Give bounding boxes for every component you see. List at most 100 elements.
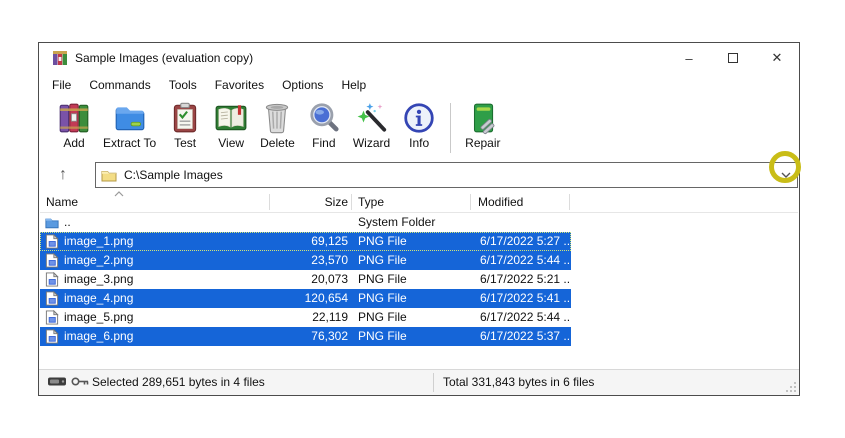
menu-options[interactable]: Options <box>273 73 332 97</box>
column-divider[interactable] <box>269 194 270 210</box>
up-directory-button[interactable]: ↑ <box>49 162 77 188</box>
statusbar-total-text: Total 331,843 bytes in 6 files <box>443 375 595 389</box>
window-controls: – ✕ <box>667 43 799 73</box>
up-arrow-icon: ↑ <box>59 166 67 183</box>
list-row-parent-dir[interactable]: .. System Folder <box>40 213 571 232</box>
toolbar-button-add[interactable]: Add <box>51 100 97 151</box>
row-size: 22,119 <box>312 310 348 324</box>
toolbar-label: Repair <box>465 136 501 150</box>
column-divider[interactable] <box>351 194 352 210</box>
column-header-name[interactable]: Name <box>46 191 78 213</box>
row-name: .. <box>64 215 71 229</box>
desktop-background: Sample Images (evaluation copy) – ✕ File… <box>0 0 845 438</box>
titlebar[interactable]: Sample Images (evaluation copy) – ✕ <box>39 43 799 73</box>
address-combobox[interactable]: C:\Sample Images <box>95 162 798 188</box>
column-header-modified[interactable]: Modified <box>478 191 523 213</box>
menu-help[interactable]: Help <box>332 73 375 97</box>
maximize-button[interactable] <box>711 43 755 73</box>
toolbar-label: Info <box>409 136 430 150</box>
image-file-icon <box>45 291 59 306</box>
winrar-logo-icon <box>53 51 67 65</box>
statusbar-icons <box>47 375 90 388</box>
toolbar-button-find[interactable]: Find <box>301 100 347 151</box>
info-circle-icon <box>404 103 434 133</box>
extract-to-folder-icon <box>115 107 144 131</box>
maximize-icon <box>728 53 738 63</box>
menu-commands[interactable]: Commands <box>80 73 159 97</box>
statusbar-divider <box>433 373 434 392</box>
column-divider[interactable] <box>569 194 570 210</box>
toolbar-label: View <box>218 136 245 150</box>
menubar: File Commands Tools Favorites Options He… <box>39 73 799 97</box>
sort-ascending-icon <box>114 191 124 197</box>
list-row-image-5[interactable]: image_5.png 22,119 PNG File 6/17/2022 5:… <box>40 308 571 327</box>
row-size: 23,570 <box>311 253 348 267</box>
column-header-size[interactable]: Size <box>270 191 348 213</box>
list-row-image-4[interactable]: image_4.png 120,654 PNG File 6/17/2022 5… <box>40 289 571 308</box>
menu-file[interactable]: File <box>43 73 80 97</box>
row-name: image_2.png <box>64 253 134 267</box>
menu-favorites[interactable]: Favorites <box>206 73 273 97</box>
toolbar-label: Delete <box>260 136 295 150</box>
toolbar-button-extract-to[interactable]: Extract To <box>97 100 162 151</box>
add-archive-icon <box>59 103 89 133</box>
file-list: Name Size Type Modified .. System Folder… <box>40 191 798 369</box>
repair-wrench-icon <box>473 103 495 135</box>
list-row-image-2[interactable]: image_2.png 23,570 PNG File 6/17/2022 5:… <box>40 251 571 270</box>
wizard-wand-icon <box>357 103 386 132</box>
row-type: PNG File <box>358 272 407 286</box>
list-rows: .. System Folder image_1.png 69,125 PNG … <box>40 213 798 346</box>
list-row-image-1[interactable]: image_1.png 69,125 PNG File 6/17/2022 5:… <box>40 232 571 251</box>
row-size: 20,073 <box>311 272 348 286</box>
folder-up-icon <box>45 218 59 229</box>
toolbar-button-info[interactable]: Info <box>396 100 442 151</box>
menu-tools[interactable]: Tools <box>160 73 206 97</box>
window-title: Sample Images (evaluation copy) <box>75 51 254 65</box>
toolbar-button-test[interactable]: Test <box>162 100 208 151</box>
column-header-type[interactable]: Type <box>358 191 384 213</box>
row-modified: 6/17/2022 5:44 ... <box>480 253 570 267</box>
row-modified: 6/17/2022 5:37 ... <box>480 329 570 343</box>
close-icon: ✕ <box>771 50 783 65</box>
close-button[interactable]: ✕ <box>755 43 799 73</box>
delete-trash-icon <box>266 103 289 134</box>
toolbar-button-repair[interactable]: Repair <box>459 100 506 151</box>
list-row-image-6[interactable]: image_6.png 76,302 PNG File 6/17/2022 5:… <box>40 327 571 346</box>
row-size: 120,654 <box>304 291 348 305</box>
test-checklist-icon <box>173 102 197 133</box>
find-magnifier-icon <box>310 103 339 132</box>
list-row-image-3[interactable]: image_3.png 20,073 PNG File 6/17/2022 5:… <box>40 270 571 289</box>
row-name: image_6.png <box>64 329 134 343</box>
row-modified: 6/17/2022 5:21 ... <box>480 272 570 286</box>
disk-icon[interactable] <box>47 375 67 388</box>
folder-icon <box>101 170 117 181</box>
list-header: Name Size Type Modified <box>40 191 798 213</box>
toolbar-button-wizard[interactable]: Wizard <box>347 100 396 151</box>
toolbar-label: Extract To <box>103 136 157 150</box>
view-book-icon <box>215 105 247 131</box>
row-type: PNG File <box>358 310 407 324</box>
resize-grip[interactable] <box>785 381 797 393</box>
column-divider[interactable] <box>470 194 471 210</box>
row-name: image_5.png <box>64 310 134 324</box>
row-size: 69,125 <box>311 234 348 248</box>
row-modified: 6/17/2022 5:41 ... <box>480 291 570 305</box>
toolbar-label: Test <box>174 136 197 150</box>
winrar-window: Sample Images (evaluation copy) – ✕ File… <box>38 42 800 396</box>
toolbar-label: Add <box>63 136 85 150</box>
row-type: PNG File <box>358 291 407 305</box>
key-icon[interactable] <box>70 375 90 388</box>
row-size: 76,302 <box>311 329 348 343</box>
chevron-down-icon <box>781 172 790 178</box>
image-file-icon <box>45 329 59 344</box>
toolbar-button-delete[interactable]: Delete <box>254 100 301 151</box>
image-file-icon <box>45 272 59 287</box>
row-name: image_1.png <box>64 234 134 248</box>
toolbar-separator <box>450 103 452 153</box>
image-file-icon <box>45 253 59 268</box>
minimize-button[interactable]: – <box>667 43 711 73</box>
address-dropdown-button[interactable] <box>774 163 797 187</box>
address-path: C:\Sample Images <box>124 168 223 182</box>
image-file-icon <box>45 310 59 325</box>
toolbar-button-view[interactable]: View <box>208 100 254 151</box>
